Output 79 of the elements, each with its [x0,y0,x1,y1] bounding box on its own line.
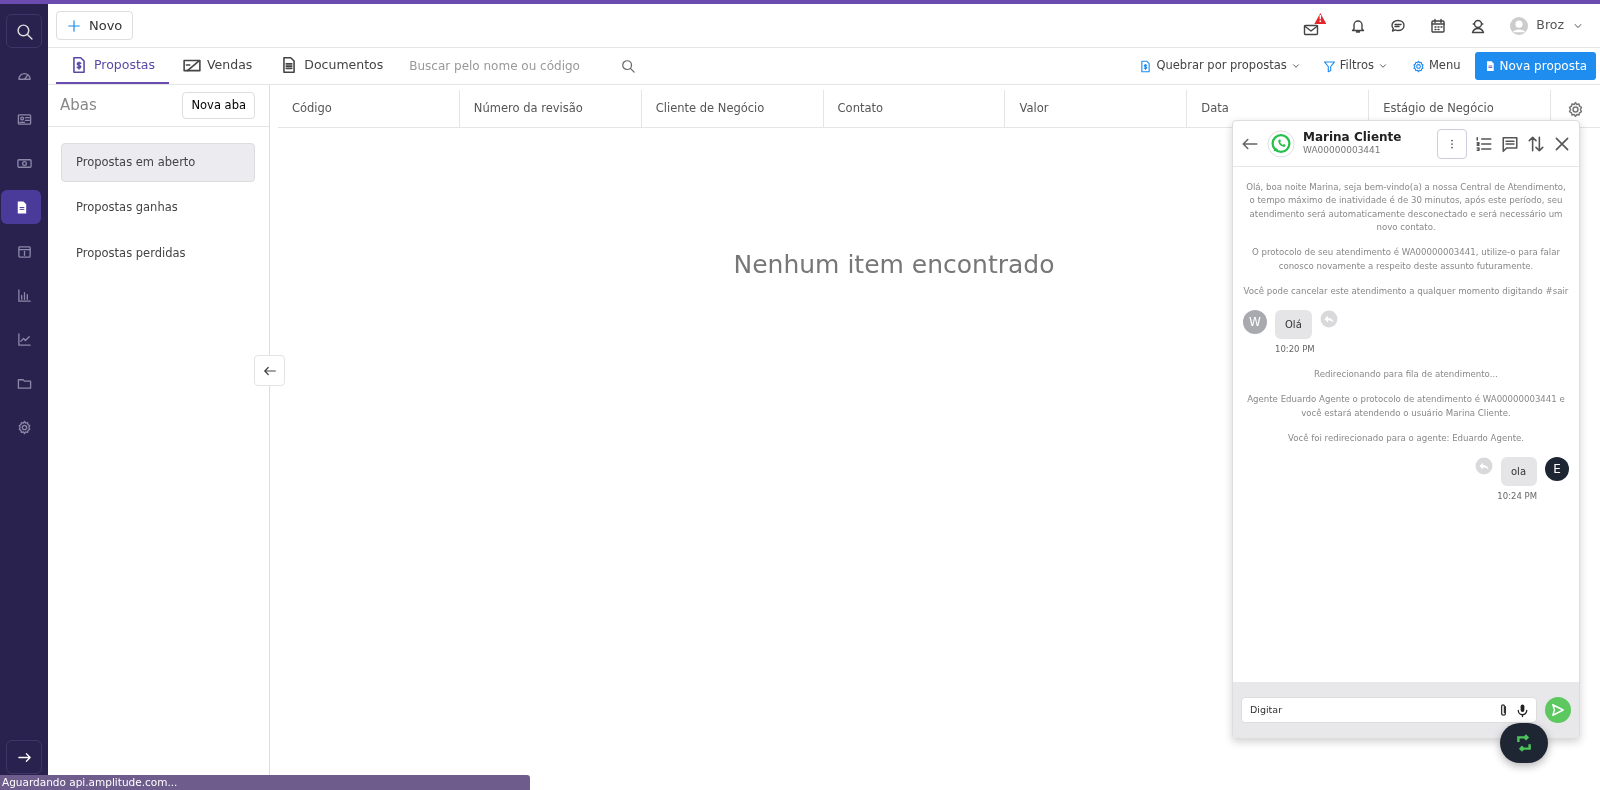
notifications-button[interactable] [1350,17,1367,34]
settings-icon [16,419,32,435]
microphone-button[interactable] [1515,702,1530,718]
chat-app-icon [1267,129,1295,158]
column-settings-button[interactable] [1567,100,1584,118]
expand-button[interactable] [6,740,42,774]
mail-button[interactable]: ! [1303,13,1327,38]
calendar-icon [1430,17,1447,34]
sync-icon [1515,734,1533,752]
numbered-list-icon [1475,134,1493,153]
message-bubble: Olá [1275,310,1312,340]
saved-tab-item[interactable]: Propostas perdidas [61,233,255,273]
status-bar: Aguardando api.amplitude.com... [0,775,530,790]
dollar-document-icon [1139,59,1153,73]
column-header: Valor [1005,90,1188,128]
search-icon [15,22,33,40]
dollar-document-icon [70,56,88,74]
contact-avatar: E [1545,457,1569,482]
system-message: Redirecionando para fila de atendimento... [1313,367,1499,381]
chat-bubble-icon [1390,17,1407,34]
menu-button[interactable]: Menu [1403,57,1469,75]
comment-icon [1501,134,1519,153]
column-header: Cliente de Negócio [641,90,824,128]
chevron-down-icon [1377,61,1388,71]
saved-tab-item[interactable]: Propostas ganhas [61,188,255,228]
tab[interactable]: Propostas [56,48,169,84]
alert-badge: ! [1314,13,1327,24]
saved-tab-item[interactable]: Propostas em aberto [61,143,255,183]
system-message: Agente Eduardo Agente o protocolo de atendimento é WA00000003441 e você estará atendendo o usuário Marina Cliente. [1246,393,1566,420]
calendar-button[interactable] [1430,17,1447,34]
system-message: Olá, boa noite Marina, seja bem-vindo(a) a nossa Central de Atendimento, o tempo máximo de inatividade é de 30 minutos, após este período, seu atendimento será automaticamente desconectado e será necessário um novo contato. [1245,181,1567,234]
bar-chart-icon [16,287,32,303]
chevron-down-icon [1290,61,1301,71]
system-message: Você foi redirecionado para o agente: Eduardo Agente. [1286,431,1526,445]
column-header: Código [278,90,460,128]
contact-avatar: W [1243,310,1267,335]
message-time: 10:24 PM [1497,490,1537,503]
protocol-number: WA00000003441 [1303,143,1382,157]
contact-card-icon [16,111,32,127]
filters-dropdown[interactable]: Filtros [1314,57,1396,75]
filter-icon [1322,59,1336,73]
tab[interactable]: Vendas [169,48,267,84]
new-button[interactable]: Novo [56,10,134,41]
column-header: Número da revisão [459,90,642,128]
transfer-button[interactable] [1527,134,1545,153]
reply-icon [1475,457,1493,476]
sidebar-item[interactable] [6,14,42,48]
panel-title: Abas [60,95,97,117]
settings-icon [1567,100,1584,118]
system-message: O protocolo de seu atendimento é WA00000003441, utilize-o para falar conosco novamente a respeito deste assunto futuramente. [1251,246,1561,273]
search-button[interactable] [621,59,636,73]
comments-button[interactable] [1501,134,1519,153]
search-icon [621,59,636,73]
message-time: 10:20 PM [1275,343,1316,356]
transfer-arrows-icon [1527,134,1545,153]
messages-button[interactable] [1390,17,1407,34]
tab[interactable]: Documentos [266,48,398,84]
empty-message: Nenhum item encontrado [733,250,1055,279]
list-button[interactable] [1475,134,1493,153]
message-bubble: ola [1501,457,1537,487]
new-tab-button[interactable]: Nova aba [182,91,255,120]
user-menu[interactable]: Broz [1510,16,1584,35]
microphone-icon [1515,702,1530,718]
column-header: Contato [823,90,1006,128]
reply-icon [1319,310,1338,329]
mail-icon [1303,22,1320,38]
send-icon [1551,703,1565,717]
contact-name: Marina Cliente [1303,129,1402,144]
plus-icon [67,18,81,33]
sidebar-item[interactable] [1,190,41,224]
settings-icon [1411,59,1425,73]
collapse-button[interactable] [254,355,285,386]
group-by-dropdown[interactable]: Quebrar por propostas [1131,57,1309,75]
chat-toggle-button[interactable] [1500,723,1548,763]
user-avatar-icon [1510,16,1529,35]
bell-icon [1350,17,1367,34]
message-field[interactable]: Digitar [1241,697,1537,723]
line-chart-icon [16,331,32,347]
system-message: Você pode cancelar este atendimento a qualquer momento digitando #sair [1243,284,1569,298]
